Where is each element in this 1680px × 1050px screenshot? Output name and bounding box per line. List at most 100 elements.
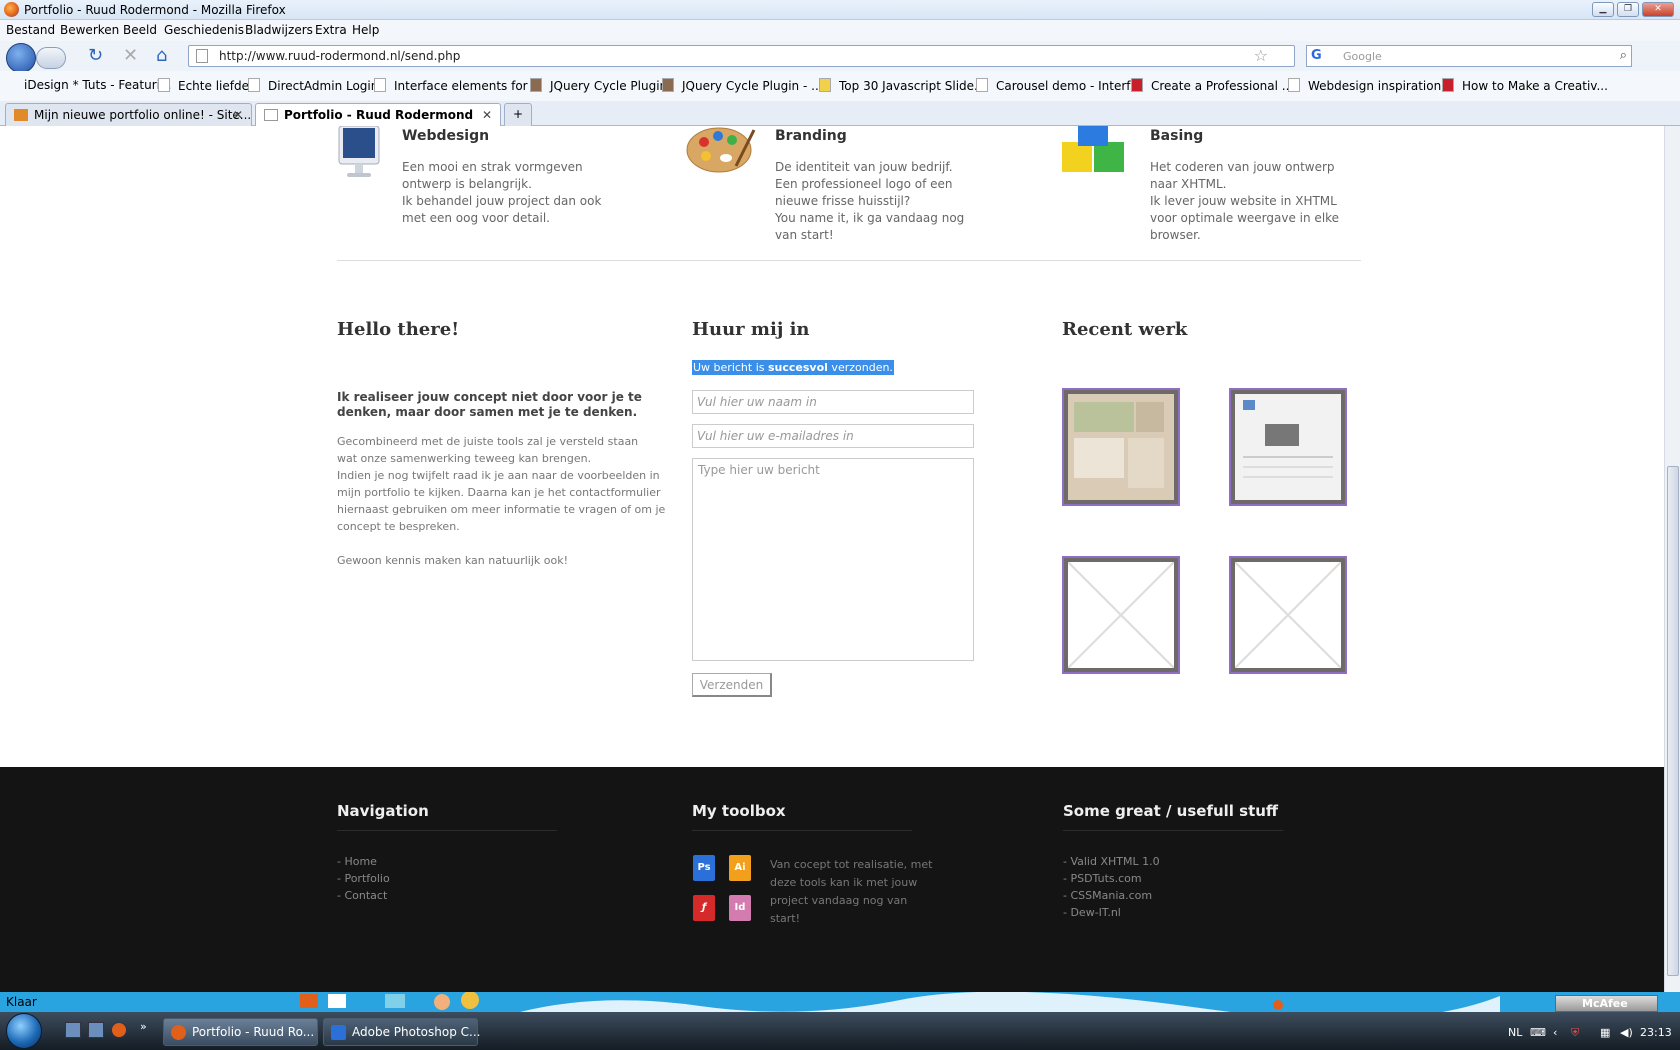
- show-desktop-icon[interactable]: [65, 1022, 81, 1038]
- firefox-quicklaunch-icon[interactable]: [111, 1022, 127, 1038]
- service-text-branding: De identiteit van jouw bedrijf. Een profe…: [775, 160, 965, 242]
- send-button[interactable]: Verzenden: [692, 673, 772, 697]
- footer-toolbox-title: My toolbox: [692, 802, 786, 820]
- bookmark-item[interactable]: Webdesign inspiration...: [1288, 78, 1453, 93]
- search-bar[interactable]: G Google ⌕: [1306, 45, 1632, 67]
- hire-title: Huur mij in: [692, 319, 810, 340]
- scrollbar-thumb[interactable]: [1667, 466, 1679, 976]
- section-divider: [337, 260, 1361, 261]
- illustrator-icon: Ai: [729, 855, 751, 881]
- page-icon: [248, 78, 260, 92]
- footer-link-cssmania[interactable]: - CSSMania.com: [1063, 887, 1160, 904]
- home-icon[interactable]: ⌂: [156, 45, 167, 66]
- window-switch-icon[interactable]: [88, 1022, 104, 1038]
- footer-link-psdtuts[interactable]: - PSDTuts.com: [1063, 870, 1160, 887]
- portfolio-thumbnail[interactable]: [1062, 388, 1180, 506]
- footer-stuff-title: Some great / usefull stuff: [1063, 802, 1279, 820]
- service-text-basing: Het coderen van jouw ontwerp naar XHTML. I…: [1150, 160, 1340, 242]
- avatar-icon: [530, 78, 542, 92]
- search-placeholder: Google: [1343, 50, 1382, 63]
- maximize-button[interactable]: ❐: [1617, 2, 1639, 17]
- tab-label: Portfolio - Ruud Rodermond: [284, 108, 474, 122]
- reload-icon[interactable]: ↻: [88, 45, 103, 66]
- close-tab-icon[interactable]: ✕: [233, 108, 243, 122]
- menu-extra[interactable]: Extra: [315, 23, 347, 37]
- bookmark-label: Interface elements for ...: [394, 79, 543, 93]
- stop-icon[interactable]: ✕: [123, 45, 138, 66]
- service-title-basing: Basing: [1150, 128, 1204, 144]
- menu-help[interactable]: Help: [352, 23, 379, 37]
- message-textarea[interactable]: Type hier uw bericht: [692, 458, 974, 661]
- status-text: Klaar: [6, 995, 37, 1009]
- menu-bestand[interactable]: Bestand: [6, 23, 55, 37]
- footer-link-portfolio[interactable]: - Portfolio: [337, 870, 390, 887]
- network-icon[interactable]: ▦: [1600, 1026, 1610, 1039]
- bookmark-item[interactable]: JQuery Cycle Plugin: [530, 78, 667, 93]
- bookmark-item[interactable]: Carousel demo - Interf...: [976, 78, 1141, 93]
- portfolio-thumbnail-placeholder[interactable]: [1062, 556, 1180, 674]
- bookmark-label: JQuery Cycle Plugin: [550, 79, 668, 93]
- taskbar-photoshop-button[interactable]: Adobe Photoshop C...: [323, 1018, 480, 1046]
- bookmark-item[interactable]: Interface elements for ...: [374, 78, 543, 93]
- footer-navigation-title: Navigation: [337, 802, 429, 820]
- tab-inactive[interactable]: Mijn nieuwe portfolio online! - Site... …: [5, 103, 252, 126]
- bookmark-label: Echte liefde: [178, 79, 249, 93]
- forward-button[interactable]: [36, 47, 66, 69]
- firefox-icon: [171, 1025, 186, 1040]
- tray-expand-icon[interactable]: ‹: [1553, 1026, 1557, 1039]
- portfolio-thumbnail[interactable]: [1229, 388, 1347, 506]
- imac-icon: [338, 126, 380, 177]
- bookmark-item[interactable]: Create a Professional ...: [1131, 78, 1293, 93]
- footer-link-xhtml[interactable]: - Valid XHTML 1.0: [1063, 853, 1160, 870]
- google-icon[interactable]: G: [1311, 48, 1322, 63]
- mcafee-tray-icon[interactable]: ⛨: [1571, 1026, 1579, 1040]
- tab-active[interactable]: Portfolio - Ruud Rodermond ✕: [255, 103, 501, 126]
- start-button[interactable]: [6, 1013, 42, 1049]
- menu-beeld[interactable]: Beeld: [123, 23, 157, 37]
- bookmark-item[interactable]: Echte liefde: [158, 78, 249, 93]
- language-indicator[interactable]: NL: [1508, 1026, 1522, 1039]
- portfolio-thumbnail-placeholder[interactable]: [1229, 556, 1347, 674]
- bookmark-label: JQuery Cycle Plugin - ...: [682, 79, 823, 93]
- minimize-button[interactable]: ▁: [1592, 2, 1614, 17]
- quicklaunch-more-icon[interactable]: »: [140, 1020, 147, 1033]
- volume-icon[interactable]: ◀): [1620, 1026, 1633, 1039]
- toolbox-text: Van cocept tot realisatie, met deze tools…: [770, 858, 933, 925]
- footer-link-home[interactable]: - Home: [337, 853, 390, 870]
- page-icon: [976, 78, 988, 92]
- taskbar-button-label: Portfolio - Ruud Ro...: [192, 1025, 315, 1039]
- close-window-button[interactable]: ✕: [1642, 2, 1674, 17]
- vertical-scrollbar[interactable]: [1664, 126, 1680, 992]
- menu-bladwijzers[interactable]: Bladwijzers: [245, 23, 313, 37]
- footer-nav-links: - Home - Portfolio - Contact: [337, 853, 390, 904]
- recent-title: Recent werk: [1062, 319, 1188, 340]
- url-bar[interactable]: http://www.ruud-rodermond.nl/send.php ☆: [188, 45, 1295, 67]
- status-bar: Klaar: [0, 992, 1680, 1012]
- window-title: Portfolio - Ruud Rodermond - Mozilla Fir…: [24, 3, 286, 17]
- menu-bewerken[interactable]: Bewerken: [60, 23, 119, 37]
- service-text-webdesign: Een mooi en strak vormgeven ontwerp is be…: [402, 160, 602, 225]
- back-button[interactable]: [6, 43, 36, 73]
- mcafee-badge[interactable]: McAfee: [1555, 995, 1658, 1012]
- close-tab-icon[interactable]: ✕: [482, 108, 492, 122]
- search-icon[interactable]: ⌕: [1620, 48, 1627, 63]
- window-titlebar: Portfolio - Ruud Rodermond - Mozilla Fir…: [0, 0, 1680, 20]
- new-tab-button[interactable]: +: [504, 103, 532, 126]
- page-icon: [196, 49, 208, 63]
- bookmark-item[interactable]: How to Make a Creativ...: [1442, 78, 1608, 93]
- bookmark-item[interactable]: DirectAdmin Login: [248, 78, 378, 93]
- bookmark-star-icon[interactable]: ☆: [1254, 46, 1268, 65]
- bookmark-item[interactable]: JQuery Cycle Plugin - ...: [662, 78, 823, 93]
- footer-link-contact[interactable]: - Contact: [337, 887, 390, 904]
- clock[interactable]: 23:13: [1640, 1026, 1672, 1039]
- email-input[interactable]: Vul hier uw e-mailadres in: [692, 424, 974, 448]
- taskbar-firefox-button[interactable]: Portfolio - Ruud Ro...: [163, 1018, 318, 1046]
- name-input[interactable]: Vul hier uw naam in: [692, 390, 974, 414]
- url-text[interactable]: http://www.ruud-rodermond.nl/send.php: [219, 49, 460, 63]
- menu-geschiedenis[interactable]: Geschiedenis: [164, 23, 244, 37]
- photoshop-icon: [331, 1025, 346, 1040]
- bookmark-item[interactable]: Top 30 Javascript Slide...: [819, 78, 985, 93]
- footer-link-dewit[interactable]: - Dew-IT.nl: [1063, 904, 1160, 921]
- bookmark-item[interactable]: iDesign * Tuts - Featuri...: [24, 78, 171, 92]
- keyboard-icon[interactable]: ⌨: [1530, 1026, 1546, 1039]
